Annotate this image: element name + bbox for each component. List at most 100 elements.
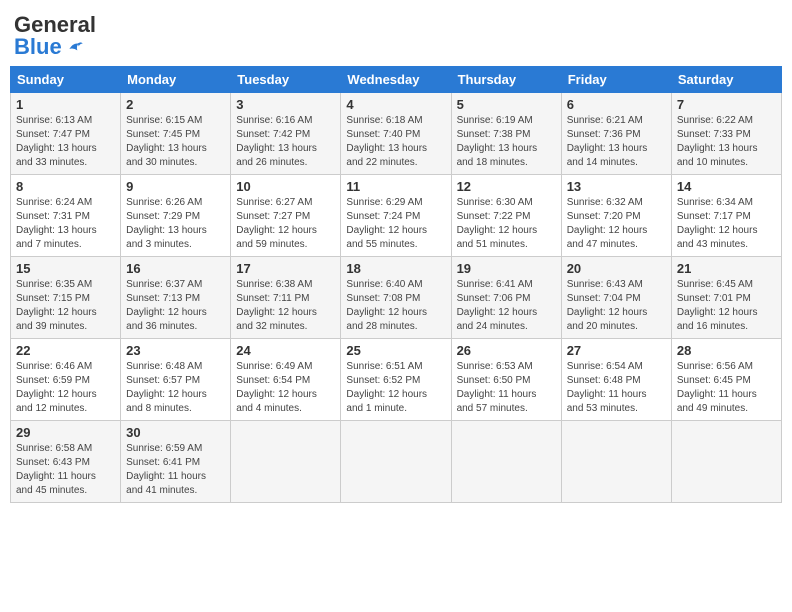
calendar-cell: 13 Sunrise: 6:32 AMSunset: 7:20 PMDaylig… [561, 175, 671, 257]
day-number: 20 [567, 261, 666, 276]
calendar-cell: 25 Sunrise: 6:51 AMSunset: 6:52 PMDaylig… [341, 339, 451, 421]
day-info: Sunrise: 6:40 AMSunset: 7:08 PMDaylight:… [346, 279, 427, 332]
day-number: 24 [236, 343, 335, 358]
calendar-cell: 20 Sunrise: 6:43 AMSunset: 7:04 PMDaylig… [561, 257, 671, 339]
day-info: Sunrise: 6:24 AMSunset: 7:31 PMDaylight:… [16, 197, 97, 250]
day-number: 28 [677, 343, 776, 358]
weekday-header-thursday: Thursday [451, 67, 561, 93]
calendar-cell: 1 Sunrise: 6:13 AMSunset: 7:47 PMDayligh… [11, 93, 121, 175]
calendar-cell: 5 Sunrise: 6:19 AMSunset: 7:38 PMDayligh… [451, 93, 561, 175]
day-number: 13 [567, 179, 666, 194]
day-info: Sunrise: 6:26 AMSunset: 7:29 PMDaylight:… [126, 197, 207, 250]
calendar-cell: 14 Sunrise: 6:34 AMSunset: 7:17 PMDaylig… [671, 175, 781, 257]
day-info: Sunrise: 6:21 AMSunset: 7:36 PMDaylight:… [567, 115, 648, 168]
day-number: 1 [16, 97, 115, 112]
calendar-cell: 2 Sunrise: 6:15 AMSunset: 7:45 PMDayligh… [121, 93, 231, 175]
header: General Blue [10, 10, 782, 58]
day-number: 9 [126, 179, 225, 194]
logo-bird-icon [64, 37, 84, 57]
calendar-cell: 12 Sunrise: 6:30 AMSunset: 7:22 PMDaylig… [451, 175, 561, 257]
day-info: Sunrise: 6:16 AMSunset: 7:42 PMDaylight:… [236, 115, 317, 168]
day-number: 2 [126, 97, 225, 112]
weekday-header-sunday: Sunday [11, 67, 121, 93]
day-number: 15 [16, 261, 115, 276]
day-info: Sunrise: 6:15 AMSunset: 7:45 PMDaylight:… [126, 115, 207, 168]
calendar-cell: 9 Sunrise: 6:26 AMSunset: 7:29 PMDayligh… [121, 175, 231, 257]
day-info: Sunrise: 6:32 AMSunset: 7:20 PMDaylight:… [567, 197, 648, 250]
day-info: Sunrise: 6:34 AMSunset: 7:17 PMDaylight:… [677, 197, 758, 250]
calendar-cell: 26 Sunrise: 6:53 AMSunset: 6:50 PMDaylig… [451, 339, 561, 421]
day-number: 29 [16, 425, 115, 440]
day-info: Sunrise: 6:49 AMSunset: 6:54 PMDaylight:… [236, 361, 317, 414]
day-number: 3 [236, 97, 335, 112]
day-number: 5 [457, 97, 556, 112]
calendar-cell [231, 421, 341, 503]
calendar-cell: 24 Sunrise: 6:49 AMSunset: 6:54 PMDaylig… [231, 339, 341, 421]
calendar-cell: 17 Sunrise: 6:38 AMSunset: 7:11 PMDaylig… [231, 257, 341, 339]
calendar-week-row: 8 Sunrise: 6:24 AMSunset: 7:31 PMDayligh… [11, 175, 782, 257]
day-info: Sunrise: 6:18 AMSunset: 7:40 PMDaylight:… [346, 115, 427, 168]
day-number: 26 [457, 343, 556, 358]
calendar-cell: 30 Sunrise: 6:59 AMSunset: 6:41 PMDaylig… [121, 421, 231, 503]
day-number: 8 [16, 179, 115, 194]
logo-blue-text: Blue [14, 36, 84, 58]
day-info: Sunrise: 6:43 AMSunset: 7:04 PMDaylight:… [567, 279, 648, 332]
day-info: Sunrise: 6:13 AMSunset: 7:47 PMDaylight:… [16, 115, 97, 168]
day-number: 19 [457, 261, 556, 276]
calendar-cell: 29 Sunrise: 6:58 AMSunset: 6:43 PMDaylig… [11, 421, 121, 503]
calendar-cell: 28 Sunrise: 6:56 AMSunset: 6:45 PMDaylig… [671, 339, 781, 421]
calendar-table: SundayMondayTuesdayWednesdayThursdayFrid… [10, 66, 782, 503]
day-info: Sunrise: 6:19 AMSunset: 7:38 PMDaylight:… [457, 115, 538, 168]
day-number: 14 [677, 179, 776, 194]
weekday-header-monday: Monday [121, 67, 231, 93]
calendar-cell: 16 Sunrise: 6:37 AMSunset: 7:13 PMDaylig… [121, 257, 231, 339]
calendar-cell: 15 Sunrise: 6:35 AMSunset: 7:15 PMDaylig… [11, 257, 121, 339]
calendar-week-row: 15 Sunrise: 6:35 AMSunset: 7:15 PMDaylig… [11, 257, 782, 339]
day-number: 17 [236, 261, 335, 276]
day-number: 30 [126, 425, 225, 440]
calendar-cell: 18 Sunrise: 6:40 AMSunset: 7:08 PMDaylig… [341, 257, 451, 339]
logo-general-text: General [14, 14, 96, 36]
calendar-cell: 27 Sunrise: 6:54 AMSunset: 6:48 PMDaylig… [561, 339, 671, 421]
calendar-cell [561, 421, 671, 503]
day-number: 6 [567, 97, 666, 112]
weekday-header-row: SundayMondayTuesdayWednesdayThursdayFrid… [11, 67, 782, 93]
day-info: Sunrise: 6:59 AMSunset: 6:41 PMDaylight:… [126, 443, 206, 496]
calendar-cell: 21 Sunrise: 6:45 AMSunset: 7:01 PMDaylig… [671, 257, 781, 339]
day-number: 4 [346, 97, 445, 112]
day-number: 25 [346, 343, 445, 358]
day-info: Sunrise: 6:27 AMSunset: 7:27 PMDaylight:… [236, 197, 317, 250]
day-number: 10 [236, 179, 335, 194]
calendar-week-row: 22 Sunrise: 6:46 AMSunset: 6:59 PMDaylig… [11, 339, 782, 421]
day-info: Sunrise: 6:46 AMSunset: 6:59 PMDaylight:… [16, 361, 97, 414]
day-info: Sunrise: 6:45 AMSunset: 7:01 PMDaylight:… [677, 279, 758, 332]
day-number: 11 [346, 179, 445, 194]
day-number: 22 [16, 343, 115, 358]
calendar-week-row: 1 Sunrise: 6:13 AMSunset: 7:47 PMDayligh… [11, 93, 782, 175]
calendar-cell: 3 Sunrise: 6:16 AMSunset: 7:42 PMDayligh… [231, 93, 341, 175]
day-info: Sunrise: 6:58 AMSunset: 6:43 PMDaylight:… [16, 443, 96, 496]
day-number: 16 [126, 261, 225, 276]
day-info: Sunrise: 6:54 AMSunset: 6:48 PMDaylight:… [567, 361, 647, 414]
calendar-cell: 6 Sunrise: 6:21 AMSunset: 7:36 PMDayligh… [561, 93, 671, 175]
day-number: 27 [567, 343, 666, 358]
calendar-cell: 7 Sunrise: 6:22 AMSunset: 7:33 PMDayligh… [671, 93, 781, 175]
day-info: Sunrise: 6:29 AMSunset: 7:24 PMDaylight:… [346, 197, 427, 250]
day-number: 21 [677, 261, 776, 276]
weekday-header-friday: Friday [561, 67, 671, 93]
calendar-cell [671, 421, 781, 503]
calendar-cell [341, 421, 451, 503]
calendar-cell [451, 421, 561, 503]
day-info: Sunrise: 6:37 AMSunset: 7:13 PMDaylight:… [126, 279, 207, 332]
day-info: Sunrise: 6:48 AMSunset: 6:57 PMDaylight:… [126, 361, 207, 414]
day-info: Sunrise: 6:41 AMSunset: 7:06 PMDaylight:… [457, 279, 538, 332]
day-info: Sunrise: 6:35 AMSunset: 7:15 PMDaylight:… [16, 279, 97, 332]
weekday-header-tuesday: Tuesday [231, 67, 341, 93]
day-number: 7 [677, 97, 776, 112]
logo: General Blue [14, 14, 96, 58]
calendar-cell: 11 Sunrise: 6:29 AMSunset: 7:24 PMDaylig… [341, 175, 451, 257]
calendar-cell: 23 Sunrise: 6:48 AMSunset: 6:57 PMDaylig… [121, 339, 231, 421]
day-number: 18 [346, 261, 445, 276]
calendar-cell: 22 Sunrise: 6:46 AMSunset: 6:59 PMDaylig… [11, 339, 121, 421]
day-info: Sunrise: 6:51 AMSunset: 6:52 PMDaylight:… [346, 361, 427, 414]
